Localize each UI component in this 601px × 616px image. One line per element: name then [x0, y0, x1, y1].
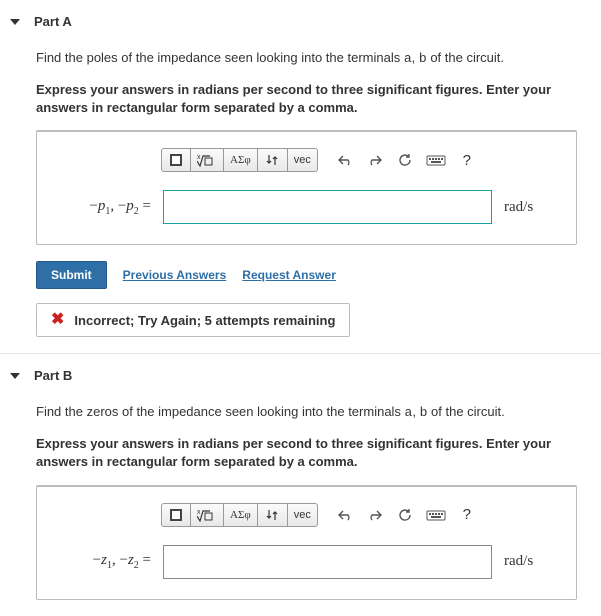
answer-units-b: rad/s: [504, 553, 562, 570]
submit-button[interactable]: Submit: [36, 261, 107, 289]
answer-panel-a: x ΑΣφ vec: [36, 130, 577, 245]
vector-button[interactable]: vec: [288, 503, 318, 527]
vector-button[interactable]: vec: [288, 148, 318, 172]
feedback-box: ✖ Incorrect; Try Again; 5 attempts remai…: [36, 303, 350, 337]
collapse-icon[interactable]: [10, 19, 20, 25]
fraction-root-button[interactable]: x: [191, 148, 224, 172]
equation-toolbar: x ΑΣφ vec: [51, 503, 562, 527]
part-a-instructions: Express your answers in radians per seco…: [36, 81, 577, 116]
help-button[interactable]: ?: [452, 148, 482, 172]
previous-answers-link[interactable]: Previous Answers: [123, 268, 227, 282]
keyboard-button[interactable]: [420, 148, 452, 172]
part-b-instructions: Express your answers in radians per seco…: [36, 435, 577, 470]
fraction-root-button[interactable]: x: [191, 503, 224, 527]
request-answer-link[interactable]: Request Answer: [242, 268, 336, 282]
part-a-prompt: Find the poles of the impedance seen loo…: [36, 49, 577, 68]
undo-button[interactable]: [330, 503, 360, 527]
prompt-text: Find the zeros of the impedance seen loo…: [36, 404, 405, 419]
subscript-button[interactable]: [258, 148, 288, 172]
answer-input-b[interactable]: [163, 545, 492, 579]
answer-input-a[interactable]: [163, 190, 492, 224]
redo-button[interactable]: [360, 148, 390, 172]
keyboard-button[interactable]: [420, 503, 452, 527]
reset-button[interactable]: [390, 503, 420, 527]
reset-button[interactable]: [390, 148, 420, 172]
svg-text:x: x: [197, 154, 201, 161]
template-button[interactable]: [161, 503, 191, 527]
answer-units-a: rad/s: [504, 199, 562, 216]
svg-text:x: x: [197, 509, 201, 516]
prompt-comma: ,: [412, 404, 419, 419]
feedback-text: Incorrect; Try Again; 5 attempts remaini…: [74, 313, 335, 328]
collapse-icon[interactable]: [10, 373, 20, 379]
template-button[interactable]: [161, 148, 191, 172]
answer-lhs-b: −z1, −z2 =: [51, 552, 151, 571]
answer-lhs-a: −p1, −p2 =: [51, 198, 151, 217]
prompt-text: Find the poles of the impedance seen loo…: [36, 50, 404, 65]
part-a-title: Part A: [34, 14, 72, 29]
greek-button[interactable]: ΑΣφ: [224, 503, 258, 527]
undo-button[interactable]: [330, 148, 360, 172]
equation-toolbar: x ΑΣφ vec: [51, 148, 562, 172]
subscript-button[interactable]: [258, 503, 288, 527]
greek-button[interactable]: ΑΣφ: [224, 148, 258, 172]
incorrect-icon: ✖: [51, 312, 64, 328]
prompt-tail: of the circuit.: [427, 404, 504, 419]
terminal-a: a: [404, 51, 412, 66]
part-b-title: Part B: [34, 368, 72, 383]
prompt-comma: ,: [412, 50, 419, 65]
terminal-b: b: [419, 51, 427, 66]
answer-panel-b: x ΑΣφ vec: [36, 485, 577, 600]
prompt-tail: of the circuit.: [427, 50, 504, 65]
redo-button[interactable]: [360, 503, 390, 527]
help-button[interactable]: ?: [452, 503, 482, 527]
part-b-prompt: Find the zeros of the impedance seen loo…: [36, 403, 577, 422]
